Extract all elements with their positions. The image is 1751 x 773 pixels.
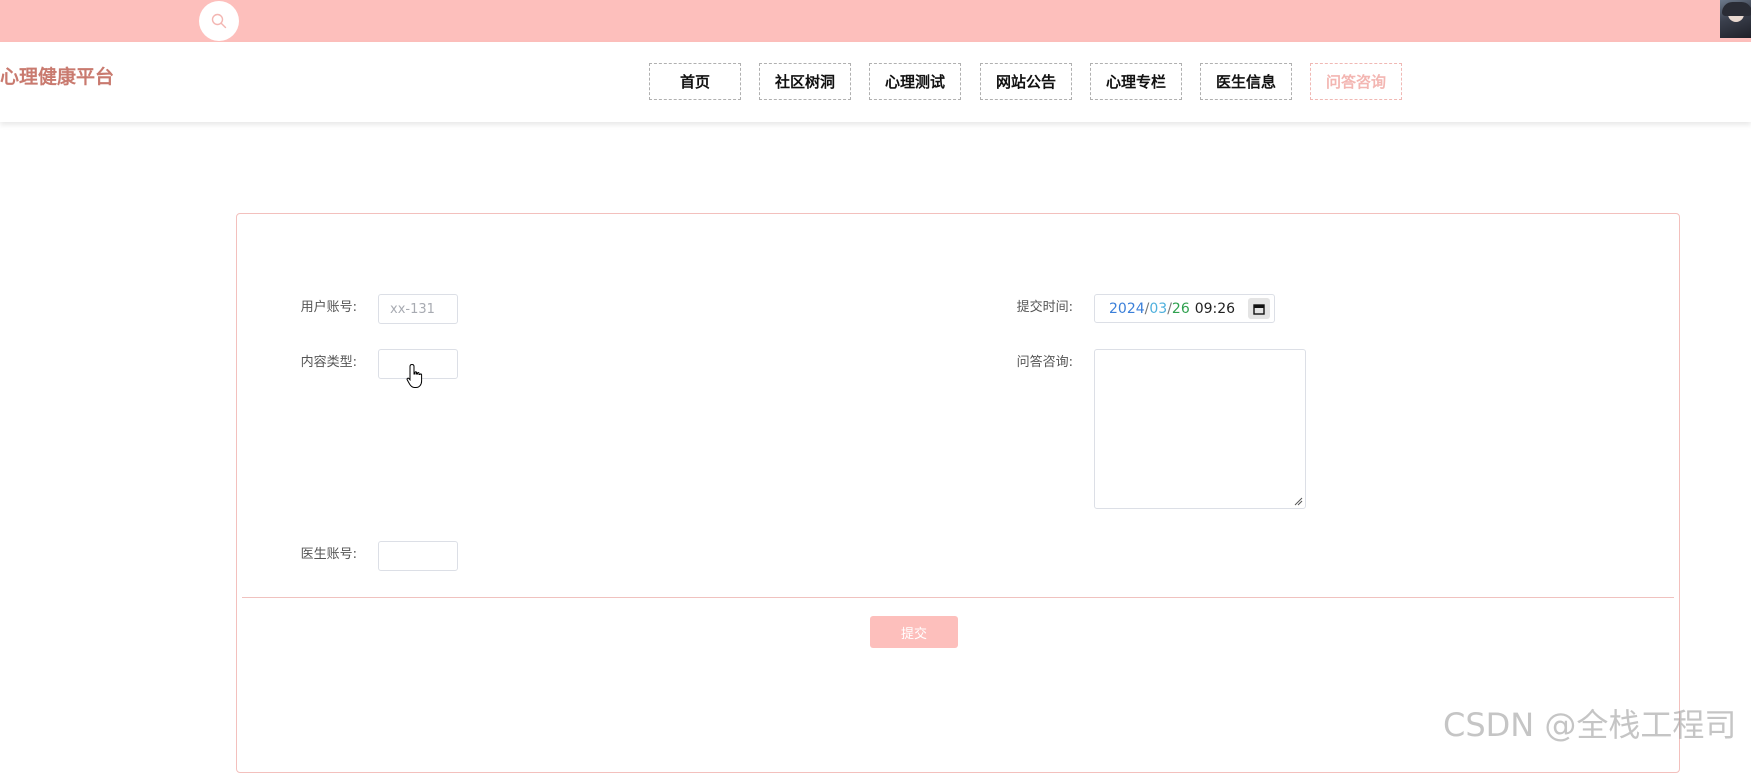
nav-item-community[interactable]: 社区树洞 xyxy=(759,63,851,100)
consultation-form: 用户账号: xx-131 内容类型: 医生账号: 提交时间: 2024/03/2… xyxy=(236,213,1680,773)
content-type-label: 内容类型: xyxy=(300,355,357,370)
date-day[interactable]: 26 xyxy=(1172,301,1190,317)
nav-item-doctor-info[interactable]: 医生信息 xyxy=(1200,63,1292,100)
search-icon xyxy=(211,13,227,29)
doctor-account-label: 医生账号: xyxy=(300,547,357,562)
question-textarea[interactable] xyxy=(1094,349,1306,509)
calendar-picker-button[interactable] xyxy=(1248,298,1270,319)
doctor-account-input[interactable] xyxy=(378,541,458,571)
submit-time-input[interactable]: 2024/03/26 09:26 xyxy=(1094,294,1275,323)
nav-item-home[interactable]: 首页 xyxy=(649,63,741,100)
nav-item-psych-column[interactable]: 心理专栏 xyxy=(1090,63,1182,100)
avatar[interactable] xyxy=(1720,0,1751,38)
top-bar xyxy=(0,0,1751,42)
nav-item-psych-test[interactable]: 心理测试 xyxy=(869,63,961,100)
form-divider xyxy=(242,597,1674,598)
search-button[interactable] xyxy=(199,1,239,41)
user-account-label: 用户账号: xyxy=(300,300,357,315)
date-month[interactable]: 03 xyxy=(1149,301,1167,317)
date-year[interactable]: 2024 xyxy=(1109,301,1145,317)
submit-button[interactable]: 提交 xyxy=(870,616,958,648)
nav-item-qa-consult[interactable]: 问答咨询 xyxy=(1310,63,1402,100)
date-time[interactable]: 09:26 xyxy=(1195,301,1235,317)
calendar-icon xyxy=(1253,303,1265,315)
user-account-input[interactable]: xx-131 xyxy=(378,294,458,324)
site-logo[interactable]: 心理健康平台 xyxy=(0,62,114,89)
nav-item-announcements[interactable]: 网站公告 xyxy=(980,63,1072,100)
watermark: CSDN @全栈工程司 xyxy=(1443,706,1737,744)
question-label: 问答咨询: xyxy=(1016,355,1073,370)
submit-time-label: 提交时间: xyxy=(1016,300,1073,315)
hand-cursor-icon xyxy=(406,363,423,388)
main-nav: 心理健康平台 首页 社区树洞 心理测试 网站公告 心理专栏 医生信息 问答咨询 xyxy=(0,42,1751,122)
resize-handle-icon[interactable] xyxy=(1293,496,1303,506)
